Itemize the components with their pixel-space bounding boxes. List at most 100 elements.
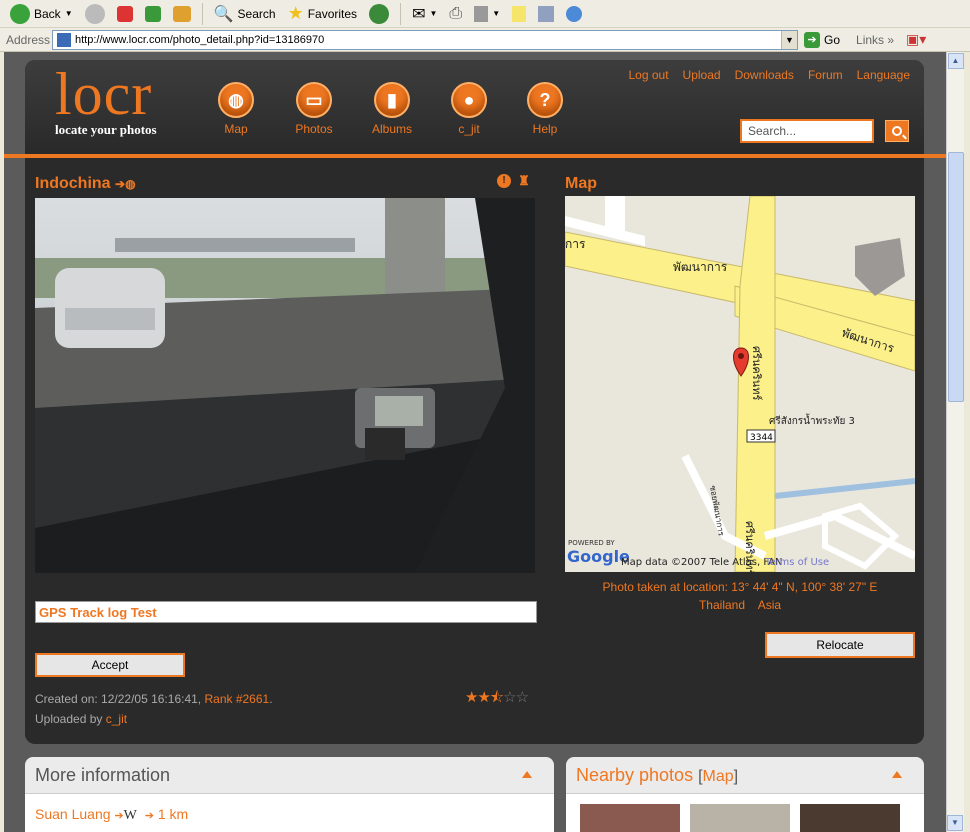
trophy-icon[interactable]: ♜ <box>517 174 531 188</box>
photo-location: Photo taken at location: 13° 44' 4" N, 1… <box>565 578 915 614</box>
downloads-link[interactable]: Downloads <box>735 68 794 82</box>
stop-icon <box>116 5 133 22</box>
site-search-button[interactable] <box>885 120 909 142</box>
continent-link[interactable]: Asia <box>758 598 781 612</box>
scroll-thumb[interactable] <box>948 152 964 402</box>
home-icon <box>172 5 191 22</box>
accept-button[interactable]: Accept <box>35 653 185 677</box>
map-terms-link[interactable]: Terms of Use <box>764 557 829 568</box>
logo-tagline: locate your photos <box>55 122 157 137</box>
nav-user[interactable]: ● c_jit <box>434 82 504 136</box>
address-bar: Address http://www.locr.com/photo_detail… <box>0 28 970 52</box>
history-button[interactable] <box>365 2 393 26</box>
refresh-icon <box>144 5 161 22</box>
photo-meta: Created on: 12/22/05 16:16:41, Rank #266… <box>35 689 273 729</box>
nearby-photos-title: Nearby photos [Map] <box>576 765 739 785</box>
nearby-photo-thumb[interactable] <box>690 804 790 832</box>
forum-link[interactable]: Forum <box>808 68 843 82</box>
map-place-label: ศรีสังกรน้ำพระทัย 3 <box>769 413 855 427</box>
printer-icon: ⎙ <box>449 4 463 22</box>
address-label: Address <box>6 32 51 47</box>
created-line: Created on: 12/22/05 16:16:41, Rank #266… <box>35 692 273 706</box>
research-icon <box>538 5 555 22</box>
main-photo[interactable] <box>35 198 535 573</box>
map-road-label: การ <box>565 237 586 251</box>
map-road-label: ศรีนครินทร์ <box>750 346 763 400</box>
country-link[interactable]: Thailand <box>699 598 745 612</box>
scroll-up-icon[interactable]: ▲ <box>947 53 964 69</box>
site-search-input[interactable]: Search... <box>740 119 874 143</box>
relocate-button[interactable]: Relocate <box>765 632 915 658</box>
map-title: Map <box>565 175 597 192</box>
home-button[interactable] <box>169 2 195 26</box>
notes-button[interactable] <box>508 2 530 26</box>
locr-logo[interactable]: locr <box>55 64 152 124</box>
uploaded-line: Uploaded by c_jit <box>35 712 128 726</box>
edit-icon <box>474 5 489 22</box>
dropdown-icon[interactable]: ▼ <box>65 9 73 18</box>
location-coordinates: Photo taken at location: 13° 44' 4" N, 1… <box>602 580 878 594</box>
more-info-body: Suan Luang ➔W ➔ 1 km <box>25 793 554 832</box>
favorites-button[interactable]: ★ Favorites <box>284 2 362 26</box>
page-background: locr locate your photos ◍ Map ▭ Photos ▮… <box>4 52 946 832</box>
forward-button[interactable] <box>81 2 109 26</box>
links-toolbar[interactable]: Links » <box>856 33 894 47</box>
forward-arrow-icon <box>84 3 105 24</box>
nav-help[interactable]: ? Help <box>510 82 580 136</box>
location-arrow-icon[interactable]: ➔◍ <box>115 177 136 191</box>
refresh-button[interactable] <box>141 2 165 26</box>
url-field[interactable]: http://www.locr.com/photo_detail.php?id=… <box>52 29 798 50</box>
research-button[interactable] <box>534 2 558 26</box>
nav-map[interactable]: ◍ Map <box>201 82 271 136</box>
rank-link[interactable]: Rank #2661 <box>204 692 269 706</box>
language-link[interactable]: Language <box>857 68 910 82</box>
edit-button[interactable]: ▼ <box>470 2 504 26</box>
photo-image <box>35 198 535 573</box>
distance-text: 1 km <box>157 806 189 822</box>
back-button[interactable]: Back ▼ <box>6 2 77 26</box>
magnifier-icon <box>892 126 902 136</box>
messenger-button[interactable] <box>562 2 586 26</box>
star-icon[interactable]: ★ <box>465 689 478 706</box>
mail-button[interactable]: ✉ ▼ <box>408 2 441 26</box>
top-links: Log out Upload Downloads Forum Language <box>628 68 910 82</box>
star-empty-icon[interactable]: ☆ <box>516 689 529 706</box>
report-icon[interactable]: ! <box>497 174 511 188</box>
nearby-map-link[interactable]: Map <box>703 768 734 785</box>
search-icon: 🔍 <box>213 5 234 23</box>
print-button[interactable]: ⎙ <box>445 2 466 26</box>
page-icon <box>57 32 71 47</box>
extension-icon[interactable]: ▣▾ <box>906 31 926 48</box>
vertical-scrollbar[interactable]: ▲ ▼ <box>946 52 964 832</box>
stop-button[interactable] <box>113 2 137 26</box>
nav-albums[interactable]: ▮ Albums <box>357 82 427 136</box>
url-dropdown-icon[interactable]: ▼ <box>781 30 797 49</box>
collapse-icon[interactable] <box>892 771 902 778</box>
collapse-icon[interactable] <box>522 771 532 778</box>
albums-icon: ▮ <box>374 82 410 118</box>
half-star-icon[interactable]: ⯪ <box>490 689 504 706</box>
nearby-photos-body <box>566 793 924 832</box>
go-button[interactable]: ➔ Go <box>804 31 840 48</box>
rating-stars[interactable]: ★★⯪☆☆ <box>465 687 529 712</box>
nearby-photo-thumb[interactable] <box>580 804 680 832</box>
logout-link[interactable]: Log out <box>628 68 668 82</box>
upload-link[interactable]: Upload <box>683 68 721 82</box>
site-header: locr locate your photos ◍ Map ▭ Photos ▮… <box>25 60 924 150</box>
search-button[interactable]: 🔍 Search <box>210 2 280 26</box>
place-link[interactable]: Suan Luang <box>35 806 111 822</box>
nearby-photo-thumb[interactable] <box>800 804 900 832</box>
location-map[interactable]: พัฒนาการ พัฒนาการ การ ศรีนครินทร์ ศรีสัง… <box>565 196 915 572</box>
nav-photos[interactable]: ▭ Photos <box>279 82 349 136</box>
photos-icon: ▭ <box>296 82 332 118</box>
separator <box>400 2 402 25</box>
map-copyright: Map data ©2007 Tele Atlas, FAN <box>621 557 783 568</box>
star-icon[interactable]: ★ <box>477 689 490 706</box>
uploader-link[interactable]: c_jit <box>106 712 127 726</box>
scroll-down-icon[interactable]: ▼ <box>947 815 963 831</box>
back-arrow-icon <box>10 3 30 24</box>
distance-arrow-icon: ➔ <box>144 810 154 822</box>
star-empty-icon[interactable]: ☆ <box>503 689 516 706</box>
note-icon <box>512 5 527 22</box>
photo-caption-field[interactable]: GPS Track log Test <box>35 601 537 623</box>
